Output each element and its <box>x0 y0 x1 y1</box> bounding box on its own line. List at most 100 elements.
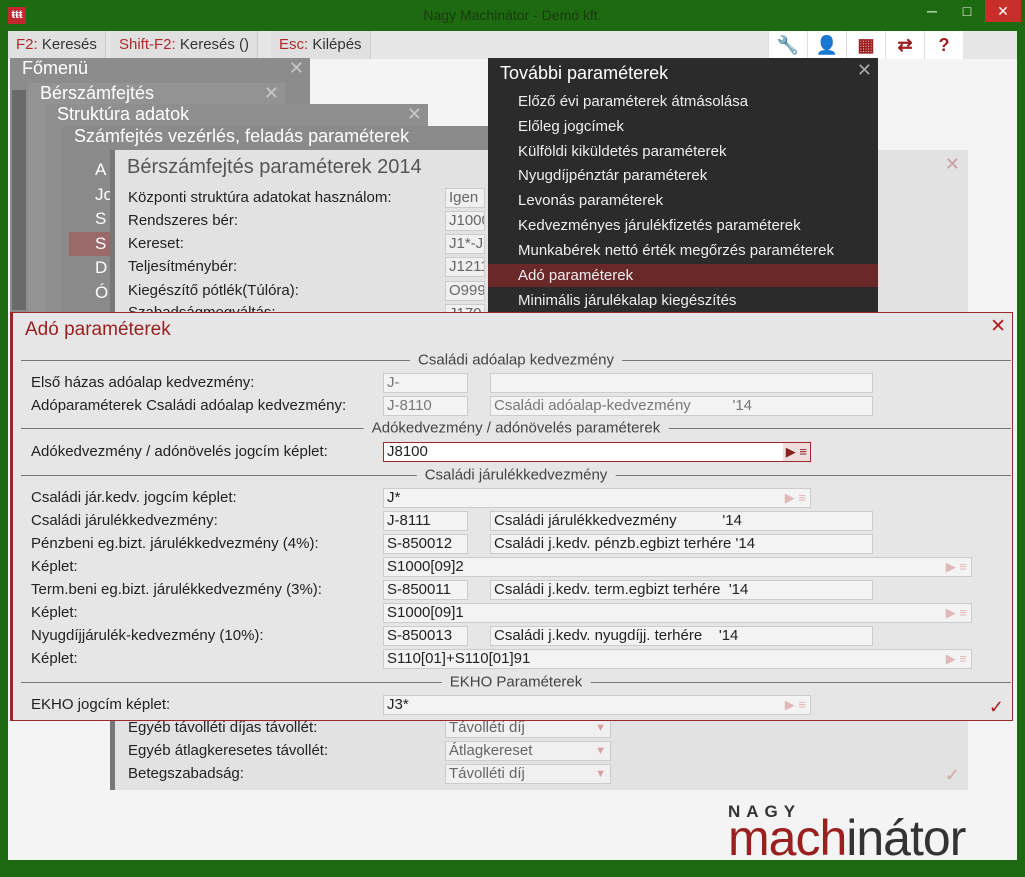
field-input[interactable]: J1211 <box>445 257 485 277</box>
field-input[interactable]: J1*-J <box>445 234 485 254</box>
field-label: Rendszeres bér: <box>128 212 239 229</box>
section-divider: Családi adóalap kedvezmény <box>21 351 1011 369</box>
section-divider: Családi járulékkedvezmény <box>21 466 1011 484</box>
field-label: Kiegészítő pótlék(Túlóra): <box>128 282 299 299</box>
menu-item[interactable]: Minimális járulékalap kiegészítés <box>488 289 878 312</box>
field-label: EKHO jogcím képlet: <box>31 696 171 713</box>
close-button[interactable]: ✕ <box>985 0 1021 22</box>
formula-input[interactable]: S110[01]+S110[01]91 ▶ ≡ <box>383 649 972 669</box>
further-params-menu: További paraméterek ✕ Előző évi paraméte… <box>488 58 878 313</box>
select-field[interactable]: Távolléti díj ▼ <box>445 764 611 784</box>
select-field[interactable]: Távolléti díj ▼ <box>445 718 611 738</box>
logo-main-text: machinátor <box>728 810 966 866</box>
expand-menu-icon[interactable]: ▶ ≡ <box>946 558 967 576</box>
field-input[interactable]: J1000 <box>445 211 485 231</box>
field-input[interactable]: O999 <box>445 281 485 301</box>
close-icon[interactable]: ✕ <box>990 315 1006 338</box>
expand-menu-icon[interactable]: ▶ ≡ <box>782 443 810 461</box>
formula-input[interactable]: J3* ▶ ≡ <box>383 695 811 715</box>
description-field: Családi j.kedv. pénzb.egbizt terhére '14 <box>490 534 873 554</box>
formula-input[interactable]: S1000[09]2 ▶ ≡ <box>383 557 972 577</box>
code-field[interactable]: J-8111 <box>383 511 468 531</box>
title-bar: Nagy Machinátor - Demó kft. <box>0 0 1025 30</box>
wrench-icon[interactable]: 🔧 <box>768 31 807 59</box>
panel-title: Számfejtés vezérlés, feladás paraméterek <box>74 126 410 146</box>
field-label: Központi struktúra adatokat használom: <box>128 189 392 206</box>
close-icon[interactable]: ✕ <box>945 154 960 175</box>
close-icon[interactable]: ✕ <box>289 58 304 79</box>
menu-item[interactable]: Kedvezményes járulékfizetés paraméterek <box>488 214 878 237</box>
expand-menu-icon[interactable]: ▶ ≡ <box>785 696 806 714</box>
ok-check-icon[interactable]: ✓ <box>945 765 960 786</box>
menu-item-selected[interactable]: Adó paraméterek <box>488 264 878 287</box>
code-field[interactable]: J- <box>383 373 468 393</box>
button-label: Keresés <box>41 36 97 53</box>
grid-icon[interactable]: ▦ <box>846 31 885 59</box>
section-title: Családi járulékkedvezmény <box>416 466 616 484</box>
field-label: Családi jár.kedv. jogcím képlet: <box>31 489 237 506</box>
section-title: Családi adóalap kedvezmény <box>410 351 622 369</box>
ok-check-icon[interactable]: ✓ <box>989 697 1004 718</box>
close-icon[interactable]: ✕ <box>407 104 422 125</box>
button-label: Keresés () <box>179 36 250 53</box>
close-icon[interactable]: ✕ <box>857 60 872 81</box>
minimize-button[interactable]: ─ <box>915 0 949 22</box>
shortcut-key: F2: <box>16 36 38 53</box>
field-label: Képlet: <box>31 604 78 621</box>
field-label: Pénzbeni eg.bizt. járulékkedvezmény (4%)… <box>31 535 319 552</box>
chevron-down-icon: ▼ <box>595 768 606 780</box>
field-input[interactable]: J170 <box>445 304 485 312</box>
menu-item[interactable]: S <box>69 231 113 256</box>
chevron-down-icon: ▼ <box>595 722 606 734</box>
field-label: Adóparaméterek Családi adóalap kedvezmén… <box>31 397 347 414</box>
tax-params-dialog: Adó paraméterek ✕ ✓ Családi adóalap kedv… <box>10 312 1013 721</box>
user-icon[interactable]: 👤 <box>807 31 846 59</box>
code-field[interactable]: S-850013 <box>383 626 468 646</box>
brand-logo: NAGY machinátor <box>728 800 1008 866</box>
exit-button[interactable]: Esc: Kilépés <box>271 31 371 59</box>
expand-menu-icon[interactable]: ▶ ≡ <box>785 489 806 507</box>
expand-menu-icon[interactable]: ▶ ≡ <box>946 604 967 622</box>
select-field[interactable]: Átlagkereset ▼ <box>445 741 611 761</box>
formula-input[interactable]: J* ▶ ≡ <box>383 488 811 508</box>
section-title: EKHO Paraméterek <box>441 673 591 691</box>
input-value: S1000[09]2 <box>387 558 464 575</box>
field-label: Szabadságmegváltás: <box>128 304 276 312</box>
help-icon[interactable]: ? <box>924 31 963 59</box>
field-label: Kereset: <box>128 235 184 252</box>
code-field[interactable]: J-8110 <box>383 396 468 416</box>
search-button[interactable]: F2: Keresés <box>8 31 106 59</box>
description-field: Családi j.kedv. nyugdíjj. terhére '14 <box>490 626 873 646</box>
expand-menu-icon[interactable]: ▶ ≡ <box>946 650 967 668</box>
panel-title: Főmenü <box>22 58 89 78</box>
input-value: S110[01]+S110[01]91 <box>387 650 531 667</box>
menu-item[interactable]: Külföldi kiküldetés paraméterek <box>488 140 878 163</box>
description-field <box>490 373 873 393</box>
close-icon[interactable]: ✕ <box>264 83 279 104</box>
swap-icon[interactable]: ⇄ <box>885 31 924 59</box>
window-title: Nagy Machinátor - Demó kft. <box>423 7 602 23</box>
field-label: Egyéb átlagkeresetes távollét: <box>128 742 329 759</box>
chevron-down-icon: ▼ <box>595 745 606 757</box>
code-field[interactable]: S-850011 <box>383 580 468 600</box>
menu-item[interactable]: Levonás paraméterek <box>488 189 878 212</box>
menu-item[interactable]: Munkabérek nettó érték megőrzés paraméte… <box>488 239 878 262</box>
field-input[interactable]: Igen <box>445 188 485 208</box>
maximize-button[interactable]: □ <box>950 0 984 22</box>
menu-item[interactable]: Nyugdíjpénztár paraméterek <box>488 164 878 187</box>
search-params-button[interactable]: Shift-F2: Keresés () <box>111 31 259 59</box>
panel-title: Struktúra adatok <box>57 104 190 124</box>
description-field: Családi j.kedv. term.egbizt terhére '14 <box>490 580 873 600</box>
section-title: Adókedvezmény / adónövelés paraméterek <box>363 419 669 437</box>
field-label: Adókedvezmény / adónövelés jogcím képlet… <box>31 443 328 460</box>
input-value: S1000[09]1 <box>387 604 464 621</box>
field-label: Term.beni eg.bizt. járulékkedvezmény (3%… <box>31 581 322 598</box>
section-divider: Adókedvezmény / adónövelés paraméterek <box>21 419 1011 437</box>
code-field[interactable]: S-850012 <box>383 534 468 554</box>
formula-input[interactable]: J8100 ▶ ≡ <box>383 442 811 462</box>
menu-item[interactable]: Előző évi paraméterek átmásolása <box>488 90 878 113</box>
select-value: Távolléti díj <box>449 765 525 782</box>
formula-input[interactable]: S1000[09]1 ▶ ≡ <box>383 603 972 623</box>
shortcut-key: Shift-F2: <box>119 36 176 53</box>
menu-item[interactable]: Előleg jogcímek <box>488 115 878 138</box>
